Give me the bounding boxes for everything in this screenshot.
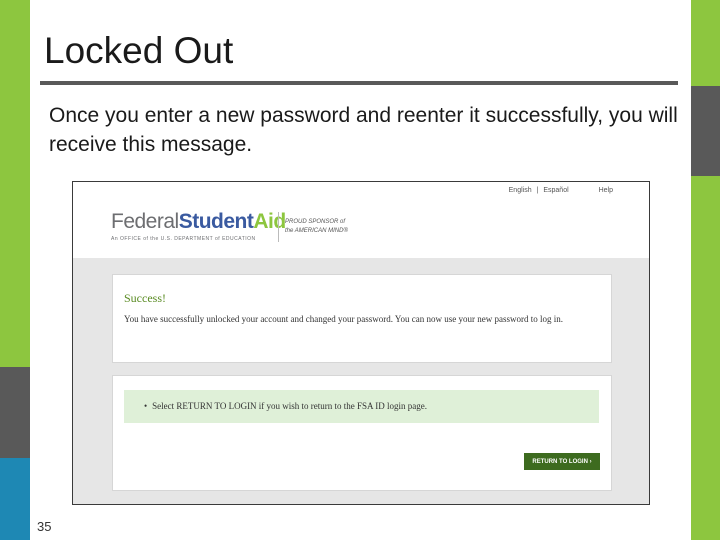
nav-separator: | bbox=[536, 187, 539, 194]
success-card: Success! You have successfully unlocked … bbox=[112, 274, 612, 363]
info-message: Select RETURN TO LOGIN if you wish to re… bbox=[152, 401, 428, 411]
logo-student: Student bbox=[178, 210, 254, 233]
sponsor-tagline: PROUD SPONSOR of the AMERICAN MIND® bbox=[285, 218, 348, 236]
left-blue-segment bbox=[0, 458, 30, 540]
embedded-screenshot: English | Español Help FederalStudentAid… bbox=[72, 181, 650, 505]
success-message: You have successfully unlocked your acco… bbox=[124, 314, 564, 324]
english-link[interactable]: English bbox=[509, 187, 532, 194]
fsa-logo[interactable]: FederalStudentAid An OFFICE of the U.S. … bbox=[111, 210, 286, 242]
logo-subtitle: An OFFICE of the U.S. DEPARTMENT of EDUC… bbox=[111, 236, 256, 242]
bullet-icon: • bbox=[144, 401, 148, 411]
logo-federal: Federal bbox=[111, 210, 179, 233]
right-green-bottom-segment bbox=[691, 176, 720, 540]
sponsor-line-2: the AMERICAN MIND® bbox=[285, 228, 348, 234]
left-accent-bar bbox=[0, 0, 30, 540]
fsa-logo-wordmark: FederalStudentAid bbox=[111, 210, 286, 234]
info-alert: • Select RETURN TO LOGIN if you wish to r… bbox=[124, 390, 599, 423]
info-text: • Select RETURN TO LOGIN if you wish to r… bbox=[144, 401, 427, 411]
sponsor-line-1: PROUD SPONSOR of bbox=[285, 219, 346, 225]
title-underline bbox=[40, 81, 678, 85]
right-gray-segment bbox=[691, 86, 720, 176]
slide-body-text: Once you enter a new password and reente… bbox=[49, 104, 678, 156]
left-gray-segment bbox=[0, 367, 30, 458]
right-accent-bar bbox=[691, 0, 720, 540]
logo-aid: Aid bbox=[253, 210, 286, 233]
utility-nav: English | Español Help bbox=[506, 187, 613, 194]
right-green-top-segment bbox=[691, 0, 720, 86]
return-to-login-button[interactable]: RETURN TO LOGIN › bbox=[524, 453, 600, 470]
success-heading: Success! bbox=[124, 291, 166, 305]
slide-title: Locked Out bbox=[44, 30, 234, 71]
left-green-segment bbox=[0, 0, 30, 367]
action-card: • Select RETURN TO LOGIN if you wish to r… bbox=[112, 375, 612, 491]
espanol-link[interactable]: Español bbox=[543, 187, 568, 194]
page-number: 35 bbox=[37, 519, 52, 534]
help-link[interactable]: Help bbox=[599, 187, 613, 194]
logo-divider bbox=[278, 212, 279, 242]
